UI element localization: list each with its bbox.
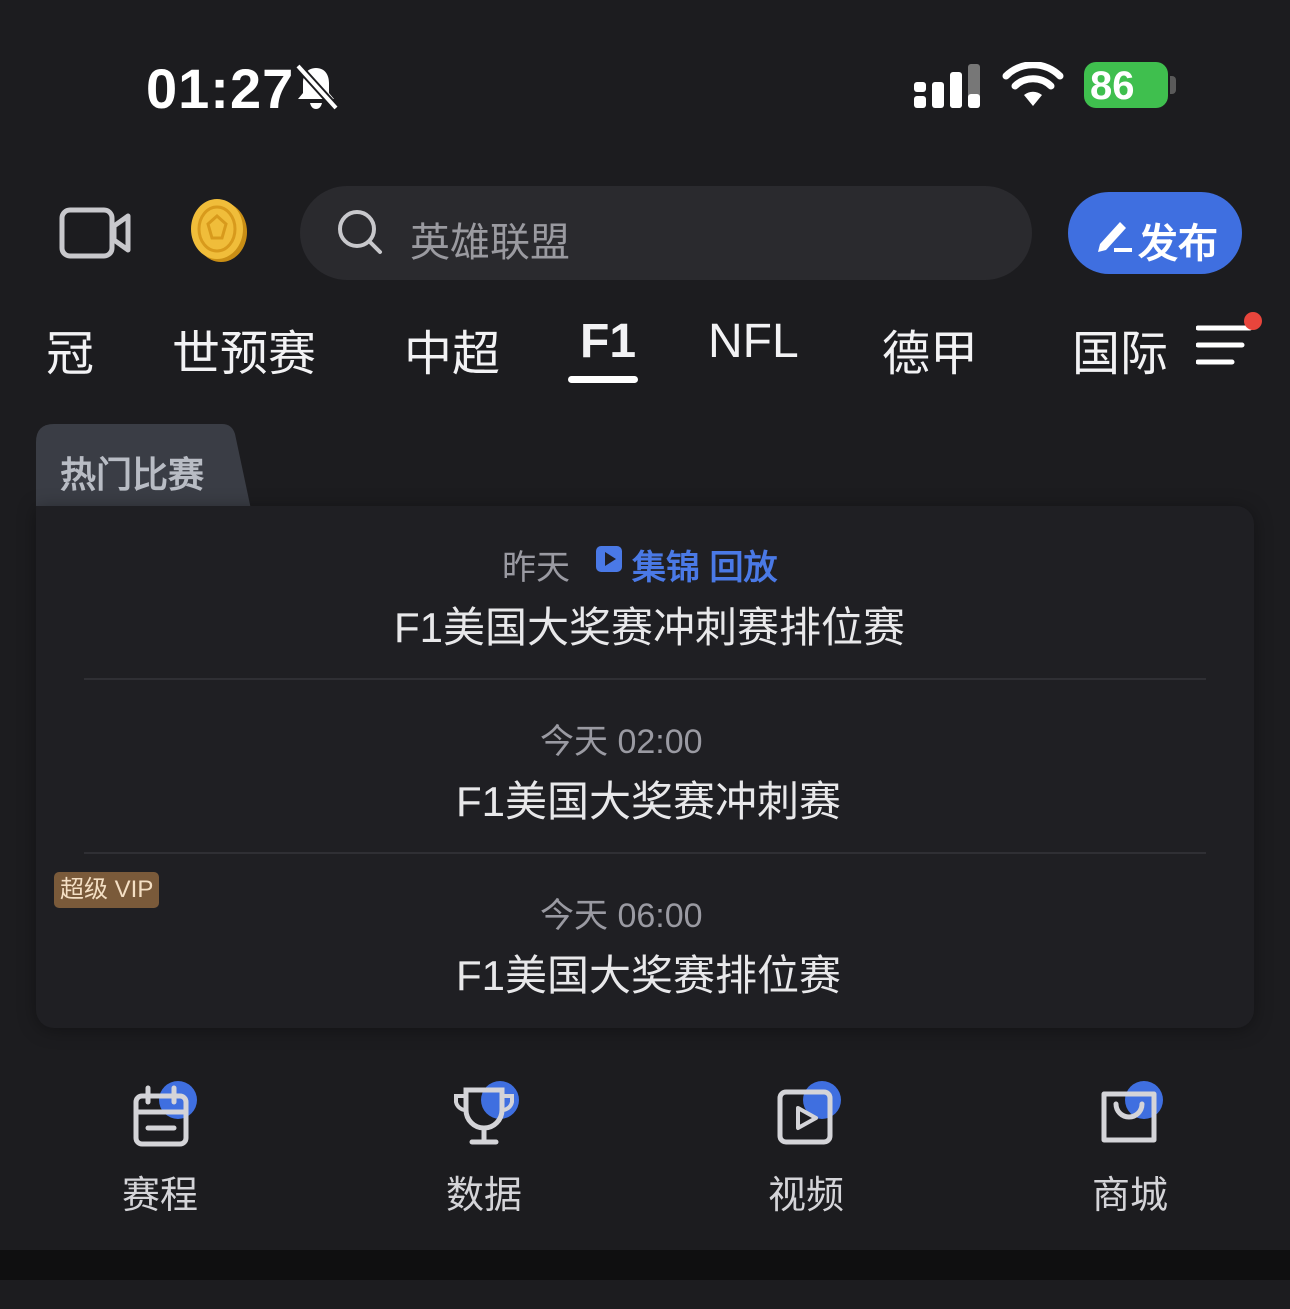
search-icon (338, 210, 382, 254)
tab-nfl[interactable]: NFL (708, 314, 799, 369)
coin-icon[interactable] (188, 196, 250, 264)
shortcut-video-label[interactable]: 视频 (746, 1164, 866, 1219)
tab-csl[interactable]: 中超 (404, 314, 500, 384)
vip-badge: 超级 VIP (54, 872, 160, 908)
wifi-icon (1002, 62, 1064, 106)
signal-icon (914, 64, 980, 108)
match-time: 今天 06:00 (540, 897, 703, 935)
status-time: 01:27 (146, 57, 295, 120)
app-screen: 01:27 86 英雄联盟 发布 冠 世预赛 中超 F1 NFL 德甲 国际 热… (0, 0, 1290, 1309)
shortcut-data-label[interactable]: 数据 (424, 1164, 544, 1219)
highlights-replay-link[interactable]: 集锦 回放 (632, 540, 777, 589)
video-play-icon[interactable] (764, 1080, 848, 1150)
calendar-icon[interactable] (118, 1080, 202, 1150)
active-tab-indicator (568, 376, 638, 383)
divider (84, 678, 1206, 680)
match-time: 昨天 (502, 549, 570, 587)
match-title[interactable]: F1美国大奖赛冲刺赛 (456, 768, 841, 829)
divider (84, 852, 1206, 854)
tab-international[interactable]: 国际 (1072, 314, 1168, 384)
tab-guan[interactable]: 冠 (46, 314, 94, 384)
play-icon (596, 546, 622, 572)
bell-muted-icon (295, 63, 339, 111)
tab-f1[interactable]: F1 (580, 314, 636, 369)
menu-icon[interactable] (1196, 322, 1252, 368)
match-time: 今天 02:00 (540, 723, 703, 761)
tab-bundesliga[interactable]: 德甲 (882, 314, 978, 384)
tab-world-cup-qualifiers[interactable]: 世预赛 (172, 314, 316, 384)
search-input[interactable]: 英雄联盟 (410, 210, 570, 268)
match-title[interactable]: F1美国大奖赛排位赛 (456, 942, 841, 1003)
bottom-area (0, 1280, 1290, 1309)
shortcut-schedule-label[interactable]: 赛程 (100, 1164, 220, 1219)
battery-cap (1170, 76, 1176, 94)
publish-label: 发布 (1138, 222, 1218, 266)
notification-dot (1244, 312, 1262, 330)
bottom-separator (0, 1250, 1290, 1280)
shortcut-shop-label[interactable]: 商城 (1070, 1164, 1190, 1219)
shopping-bag-icon[interactable] (1088, 1080, 1172, 1150)
video-camera-icon[interactable] (58, 204, 132, 262)
battery-level: 86 (1090, 64, 1135, 108)
trophy-icon[interactable] (442, 1080, 526, 1150)
section-title: 热门比赛 (60, 454, 205, 495)
edit-pen-icon (1098, 222, 1132, 252)
match-title[interactable]: F1美国大奖赛冲刺赛排位赛 (394, 594, 905, 655)
